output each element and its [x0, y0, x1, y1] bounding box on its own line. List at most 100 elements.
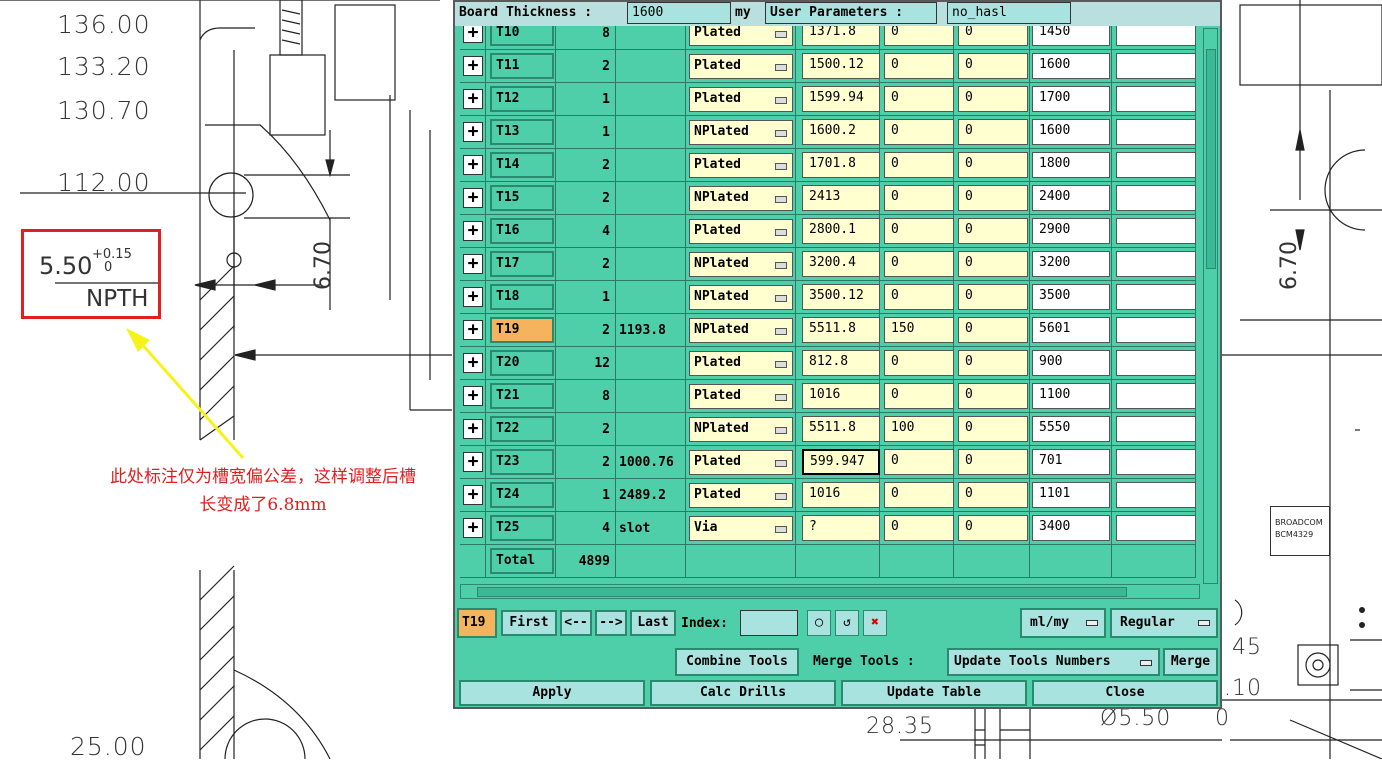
tolerance-minus-input[interactable]: 0 [958, 53, 1028, 79]
horizontal-scroll-thumb[interactable] [477, 587, 1127, 597]
tolerance-plus-input[interactable]: 100 [884, 416, 954, 442]
update-tool-numbers-select[interactable]: Update Tools Numbers [947, 648, 1160, 676]
extra-input[interactable] [1116, 284, 1196, 310]
tool-button[interactable]: T21 [490, 383, 554, 409]
drill-size-input[interactable]: 1101 [1032, 482, 1110, 508]
update-table-button[interactable]: Update Table [841, 680, 1027, 706]
tolerance-minus-input[interactable]: 0 [958, 218, 1028, 244]
extra-input[interactable] [1116, 317, 1196, 343]
expand-icon[interactable]: + [463, 254, 483, 274]
expand-icon[interactable]: + [463, 89, 483, 109]
extra-input[interactable] [1116, 251, 1196, 277]
plating-type-select[interactable]: Plated [689, 219, 793, 244]
drill-size-input[interactable]: 3400 [1032, 515, 1110, 541]
drill-size-input[interactable]: 5601 [1032, 317, 1110, 343]
extra-input[interactable] [1116, 383, 1196, 409]
plating-type-select[interactable]: Via [689, 516, 793, 541]
prev-button[interactable]: <-- [560, 610, 592, 636]
plating-type-select[interactable]: NPlated [689, 318, 793, 343]
drill-size-input[interactable]: 1600 [1032, 53, 1110, 79]
tool-button[interactable]: T23 [490, 449, 554, 475]
drill-size-input[interactable]: 5550 [1032, 416, 1110, 442]
finish-size-input[interactable]: 1500.12 [802, 53, 880, 79]
extra-input[interactable] [1116, 416, 1196, 442]
tolerance-plus-input[interactable]: 0 [884, 350, 954, 376]
finish-size-input[interactable]: 2413 [802, 185, 880, 211]
drill-size-input[interactable]: 1700 [1032, 86, 1110, 112]
combine-tools-button[interactable]: Combine Tools [675, 648, 799, 676]
plating-type-select[interactable]: NPlated [689, 417, 793, 442]
tolerance-minus-input[interactable]: 0 [958, 119, 1028, 145]
tool-button[interactable]: T18 [490, 284, 554, 310]
expand-icon[interactable]: + [463, 122, 483, 142]
plating-type-select[interactable]: Plated [689, 26, 793, 46]
extra-input[interactable] [1116, 515, 1196, 541]
expand-icon[interactable]: + [463, 518, 483, 538]
finish-size-input[interactable]: 5511.8 [802, 416, 880, 442]
refresh-icon[interactable]: ↺ [835, 610, 859, 636]
tolerance-minus-input[interactable]: 0 [958, 284, 1028, 310]
drill-size-input[interactable]: 701 [1032, 449, 1110, 475]
plating-type-select[interactable]: Plated [689, 153, 793, 178]
drill-size-input[interactable]: 1800 [1032, 152, 1110, 178]
expand-icon[interactable]: + [463, 56, 483, 76]
expand-icon[interactable]: + [463, 221, 483, 241]
finish-size-input[interactable]: 2800.1 [802, 218, 880, 244]
tolerance-plus-input[interactable]: 0 [884, 251, 954, 277]
tool-button[interactable]: T25 [490, 515, 554, 541]
expand-icon[interactable]: + [463, 452, 483, 472]
tolerance-minus-input[interactable]: 0 [958, 416, 1028, 442]
tool-button[interactable]: T12 [490, 86, 554, 112]
finish-size-input[interactable]: 1599.94 [802, 86, 880, 112]
user-params-input[interactable]: no_hasl [947, 2, 1071, 24]
tolerance-minus-input[interactable]: 0 [958, 86, 1028, 112]
finish-size-input[interactable]: 3200.4 [802, 251, 880, 277]
tool-button[interactable]: T16 [490, 218, 554, 244]
drill-size-input[interactable]: 1600 [1032, 119, 1110, 145]
next-button[interactable]: --> [595, 610, 627, 636]
tolerance-plus-input[interactable]: 0 [884, 185, 954, 211]
finish-size-input[interactable]: 812.8 [802, 350, 880, 376]
drill-size-input[interactable]: 3200 [1032, 251, 1110, 277]
board-thickness-input[interactable]: 1600 [627, 2, 731, 24]
plating-type-select[interactable]: Plated [689, 351, 793, 376]
finish-size-input[interactable]: ? [802, 515, 880, 541]
tool-button[interactable]: T17 [490, 251, 554, 277]
tolerance-minus-input[interactable]: 0 [958, 482, 1028, 508]
extra-input[interactable] [1116, 53, 1196, 79]
tolerance-minus-input[interactable]: 0 [958, 350, 1028, 376]
tolerance-plus-input[interactable]: 0 [884, 218, 954, 244]
expand-icon[interactable]: + [463, 26, 483, 43]
tolerance-minus-input[interactable]: 0 [958, 251, 1028, 277]
extra-input[interactable] [1116, 26, 1196, 46]
tolerance-minus-input[interactable]: 0 [958, 317, 1028, 343]
extra-input[interactable] [1116, 350, 1196, 376]
extra-input[interactable] [1116, 185, 1196, 211]
horizontal-scrollbar[interactable] [460, 584, 1200, 599]
apply-button[interactable]: Apply [459, 680, 645, 706]
tolerance-plus-input[interactable]: 0 [884, 449, 954, 475]
tolerance-minus-input[interactable]: 0 [958, 449, 1028, 475]
tool-button[interactable]: T22 [490, 416, 554, 442]
finish-size-input[interactable]: 1600.2 [802, 119, 880, 145]
finish-size-input[interactable]: 599.947 [802, 449, 880, 475]
plating-type-select[interactable]: Plated [689, 87, 793, 112]
drill-size-input[interactable]: 900 [1032, 350, 1110, 376]
calc-drills-button[interactable]: Calc Drills [650, 680, 836, 706]
search-bulb-icon[interactable]: ◯ [807, 610, 831, 636]
tolerance-minus-input[interactable]: 0 [958, 185, 1028, 211]
extra-input[interactable] [1116, 86, 1196, 112]
drill-size-input[interactable]: 3500 [1032, 284, 1110, 310]
tolerance-plus-input[interactable]: 0 [884, 26, 954, 46]
plating-type-select[interactable]: Plated [689, 450, 793, 475]
tolerance-minus-input[interactable]: 0 [958, 383, 1028, 409]
plating-type-select[interactable]: Plated [689, 483, 793, 508]
expand-icon[interactable]: + [463, 386, 483, 406]
tolerance-plus-input[interactable]: 0 [884, 482, 954, 508]
tool-button[interactable]: T20 [490, 350, 554, 376]
plating-type-select[interactable]: NPlated [689, 285, 793, 310]
tool-button[interactable]: T10 [490, 26, 554, 46]
expand-icon[interactable]: + [463, 155, 483, 175]
tolerance-plus-input[interactable]: 0 [884, 383, 954, 409]
drill-size-input[interactable]: 2900 [1032, 218, 1110, 244]
